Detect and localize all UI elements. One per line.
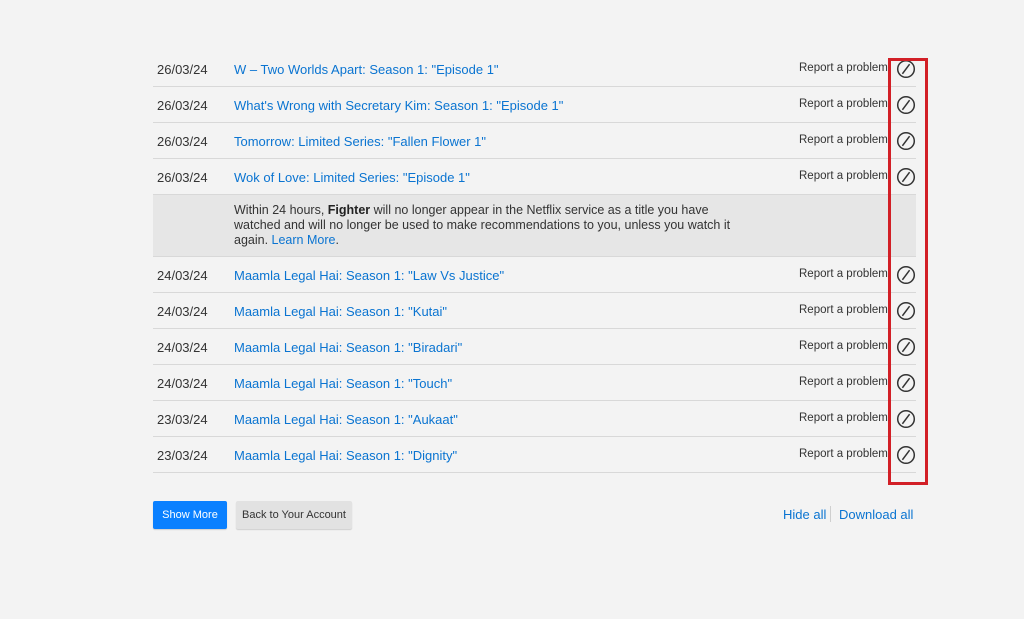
back-to-account-button[interactable]: Back to Your Account: [236, 501, 352, 529]
activity-title-link[interactable]: Tomorrow: Limited Series: "Fallen Flower…: [234, 134, 486, 149]
activity-title-link[interactable]: W – Two Worlds Apart: Season 1: "Episode…: [234, 62, 499, 77]
activity-date: 24/03/24: [157, 376, 208, 391]
activity-title-link[interactable]: What's Wrong with Secretary Kim: Season …: [234, 98, 563, 113]
hide-from-history-icon[interactable]: [896, 95, 916, 115]
activity-title-link[interactable]: Maamla Legal Hai: Season 1: "Touch": [234, 376, 452, 391]
activity-date: 26/03/24: [157, 170, 208, 185]
activity-row: 24/03/24 Maamla Legal Hai: Season 1: "Tou…: [153, 365, 916, 401]
notice-text: Within 24 hours, Fighter will no longer …: [234, 203, 754, 248]
report-problem-link[interactable]: Report a problem: [799, 376, 888, 388]
activity-row: 23/03/24 Maamla Legal Hai: Season 1: "Auk…: [153, 401, 916, 437]
hide-from-history-icon[interactable]: [896, 409, 916, 429]
activity-date: 23/03/24: [157, 412, 208, 427]
report-problem-link[interactable]: Report a problem: [799, 304, 888, 316]
notice-suffix: .: [335, 233, 339, 247]
learn-more-link[interactable]: Learn More: [272, 233, 336, 247]
activity-title-link[interactable]: Maamla Legal Hai: Season 1: "Kutai": [234, 304, 447, 319]
activity-row: 26/03/24 What's Wrong with Secretary Kim:…: [153, 87, 916, 123]
hide-from-history-icon[interactable]: [896, 445, 916, 465]
hide-from-history-icon[interactable]: [896, 59, 916, 79]
download-all-link[interactable]: Download all: [839, 507, 913, 522]
hide-from-history-icon[interactable]: [896, 265, 916, 285]
notice-title: Fighter: [327, 203, 371, 217]
activity-date: 24/03/24: [157, 340, 208, 355]
activity-date: 26/03/24: [157, 62, 208, 77]
activity-date: 23/03/24: [157, 448, 208, 463]
hide-from-history-icon[interactable]: [896, 373, 916, 393]
report-problem-link[interactable]: Report a problem: [799, 62, 888, 74]
hide-from-history-icon[interactable]: [896, 131, 916, 151]
report-problem-link[interactable]: Report a problem: [799, 134, 888, 146]
activity-title-link[interactable]: Maamla Legal Hai: Season 1: "Dignity": [234, 448, 457, 463]
activity-date: 26/03/24: [157, 134, 208, 149]
activity-row: 23/03/24 Maamla Legal Hai: Season 1: "Dig…: [153, 437, 916, 473]
report-problem-link[interactable]: Report a problem: [799, 268, 888, 280]
activity-title-link[interactable]: Maamla Legal Hai: Season 1: "Aukaat": [234, 412, 458, 427]
activity-date: 24/03/24: [157, 268, 208, 283]
hide-from-history-icon[interactable]: [896, 167, 916, 187]
report-problem-link[interactable]: Report a problem: [799, 448, 888, 460]
hide-all-link[interactable]: Hide all: [783, 507, 826, 522]
activity-title-link[interactable]: Maamla Legal Hai: Season 1: "Law Vs Just…: [234, 268, 504, 283]
hide-from-history-icon[interactable]: [896, 337, 916, 357]
report-problem-link[interactable]: Report a problem: [799, 340, 888, 352]
hide-from-history-icon[interactable]: [896, 301, 916, 321]
activity-row: 26/03/24 Wok of Love: Limited Series: "Ep…: [153, 159, 916, 195]
viewing-activity-list: 26/03/24 W – Two Worlds Apart: Season 1: …: [153, 51, 916, 473]
show-more-button[interactable]: Show More: [153, 501, 227, 529]
activity-row: 24/03/24 Maamla Legal Hai: Season 1: "Kut…: [153, 293, 916, 329]
footer-divider: [830, 506, 831, 522]
activity-row: 26/03/24 Tomorrow: Limited Series: "Falle…: [153, 123, 916, 159]
report-problem-link[interactable]: Report a problem: [799, 170, 888, 182]
activity-row: 24/03/24 Maamla Legal Hai: Season 1: "Bir…: [153, 329, 916, 365]
activity-date: 26/03/24: [157, 98, 208, 113]
notice-prefix: Within 24 hours,: [234, 203, 328, 217]
activity-title-link[interactable]: Maamla Legal Hai: Season 1: "Biradari": [234, 340, 462, 355]
activity-row: 26/03/24 W – Two Worlds Apart: Season 1: …: [153, 51, 916, 87]
hidden-title-notice: Within 24 hours, Fighter will no longer …: [153, 195, 916, 257]
activity-date: 24/03/24: [157, 304, 208, 319]
activity-title-link[interactable]: Wok of Love: Limited Series: "Episode 1": [234, 170, 470, 185]
report-problem-link[interactable]: Report a problem: [799, 412, 888, 424]
report-problem-link[interactable]: Report a problem: [799, 98, 888, 110]
activity-row: 24/03/24 Maamla Legal Hai: Season 1: "Law…: [153, 257, 916, 293]
